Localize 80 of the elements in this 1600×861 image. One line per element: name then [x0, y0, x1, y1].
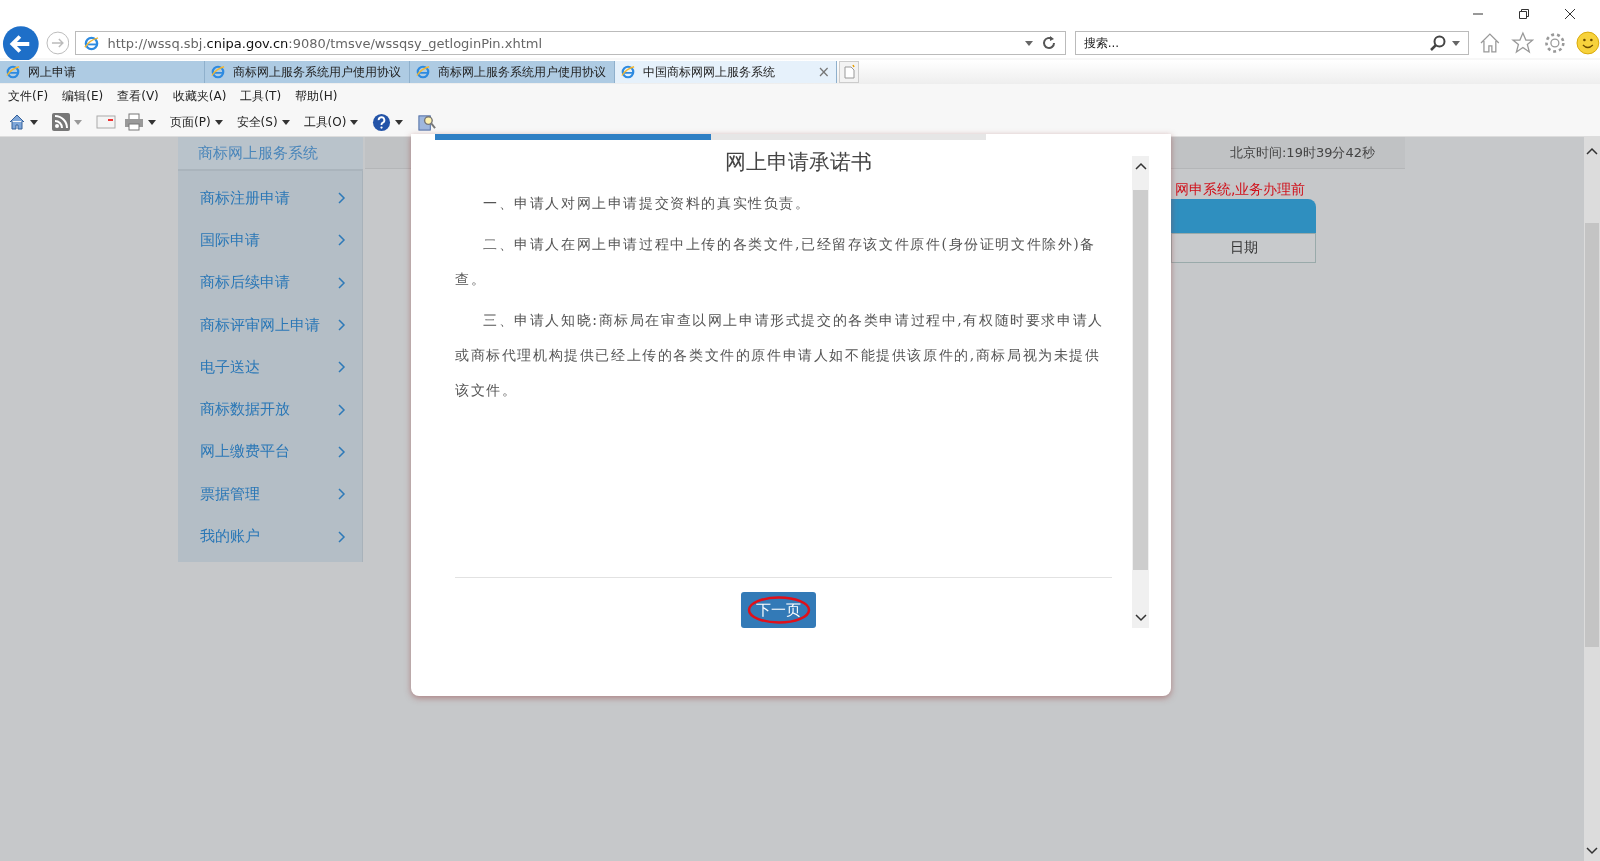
tab-label: 中国商标网网上服务系统 [643, 63, 776, 81]
sidebar-label: 票据管理 [200, 484, 260, 504]
scroll-down-icon[interactable] [1586, 847, 1598, 855]
chevron-icon [338, 530, 346, 543]
caret-icon[interactable] [148, 118, 156, 126]
mail-icon[interactable] [96, 114, 116, 130]
scroll-down-icon[interactable] [1134, 614, 1147, 622]
chevron-icon [338, 234, 346, 247]
sidebar-label: 国际申请 [200, 230, 260, 250]
browser-tab[interactable]: 商标网上服务系统用户使用协议 [410, 61, 615, 83]
browser-tab[interactable]: 中国商标网网上服务系统 × [615, 61, 837, 83]
table-header: 日期 [1171, 233, 1316, 263]
browser-tab[interactable]: 商标网上服务系统用户使用协议 [205, 61, 410, 83]
search-icon[interactable] [1429, 35, 1446, 51]
menu-item[interactable]: 编辑(E) [62, 87, 104, 105]
paragraph: 三、申请人知晓:商标局在审查以网上申请形式提交的各类申请过程中,有权随时要求申请人或商标代理机构提供已经上传的各类文件的原件申请人如不能提供该原件的,商标局视为未提供该文件。 [455, 311, 1105, 400]
paragraph: 二、申请人在网上申请过程中上传的各类文件,已经留存该文件原件(身份证明文件除外)备查。 [455, 235, 1097, 289]
page-icon [84, 35, 100, 51]
close-tab-button[interactable]: × [817, 63, 830, 81]
tab-label: 商标网上服务系统用户使用协议 [438, 63, 607, 81]
caret-icon[interactable] [30, 118, 38, 126]
caret-icon[interactable] [395, 118, 404, 126]
address-field[interactable]: http://wssq.sbj.cnipa.gov.cn:9080/tmsve/wssqsy_getloginPin.xhtml [75, 31, 1066, 55]
toolbar-menu[interactable]: 页面(P) [170, 113, 211, 131]
smiley-icon[interactable] [1576, 31, 1600, 55]
dropdown-icon[interactable] [1451, 39, 1460, 47]
home-icon[interactable] [8, 113, 26, 131]
chevron-icon [338, 361, 346, 374]
chevron-icon [338, 276, 346, 289]
dialog-title: 网上申请承诺书 [724, 149, 873, 176]
sidebar-label: 商标后续申请 [200, 273, 290, 293]
highlight-circle [746, 595, 811, 625]
scrollbar-thumb[interactable] [1585, 223, 1599, 647]
chevron-icon [338, 403, 346, 416]
notice-text: 网申系统,业务办理前 [1175, 181, 1307, 199]
paragraph: 一、申请人对网上申请提交资料的真实性负责。 [482, 194, 812, 213]
menu-item[interactable]: 帮助(H) [295, 87, 338, 105]
caret-icon[interactable] [281, 118, 290, 126]
caret-icon[interactable] [350, 118, 359, 126]
chevron-icon [338, 192, 346, 205]
help-icon[interactable] [372, 112, 392, 132]
sidebar-title: 商标网上服务系统 [178, 137, 363, 171]
star-icon[interactable] [1510, 31, 1535, 55]
toolbar-menu[interactable]: 安全(S) [236, 113, 278, 131]
settings-icon[interactable] [1543, 31, 1568, 55]
toolbar-menu[interactable]: 工具(O) [303, 113, 347, 131]
refresh-icon[interactable] [1040, 35, 1057, 51]
menu-item[interactable]: 文件(F) [8, 87, 49, 105]
tab-label: 网上申请 [28, 63, 77, 81]
tab-label: 商标网上服务系统用户使用协议 [233, 63, 402, 81]
dropdown-icon[interactable] [1024, 39, 1033, 47]
page-icon [416, 65, 430, 79]
sidebar-label: 电子送达 [200, 357, 260, 377]
sidebar-label: 商标数据开放 [200, 400, 290, 420]
caret-icon[interactable] [214, 118, 223, 126]
scroll-up-icon[interactable] [1586, 147, 1598, 155]
search-box[interactable]: 搜索... [1074, 31, 1469, 55]
feed-icon[interactable] [52, 113, 70, 131]
sidebar-label: 网上缴费平台 [200, 442, 290, 462]
research-icon[interactable] [417, 112, 437, 132]
restore-icon[interactable] [1518, 8, 1530, 20]
page-icon [211, 65, 225, 79]
menu-item[interactable]: 收藏夹(A) [172, 87, 227, 105]
sidebar-label: 商标注册申请 [200, 188, 290, 208]
scrollbar-thumb[interactable] [1133, 190, 1148, 570]
close-icon[interactable] [1564, 8, 1576, 20]
chevron-icon [338, 488, 346, 501]
menu-item[interactable]: 工具(T) [240, 87, 282, 105]
scroll-up-icon[interactable] [1134, 162, 1147, 170]
clock-text: 北京时间:19时39分42秒 [1230, 143, 1375, 162]
page-icon [621, 65, 635, 79]
page-icon [6, 65, 20, 79]
chevron-icon [338, 445, 346, 458]
back-icon[interactable] [2, 25, 40, 63]
printer-icon[interactable] [124, 113, 144, 131]
sidebar-label: 商标评审网上申请 [200, 315, 320, 335]
sidebar-label: 我的账户 [200, 527, 260, 546]
browser-tab[interactable]: 网上申请 [0, 61, 205, 83]
chevron-icon [338, 319, 346, 332]
menu-item[interactable]: 查看(V) [117, 87, 159, 105]
